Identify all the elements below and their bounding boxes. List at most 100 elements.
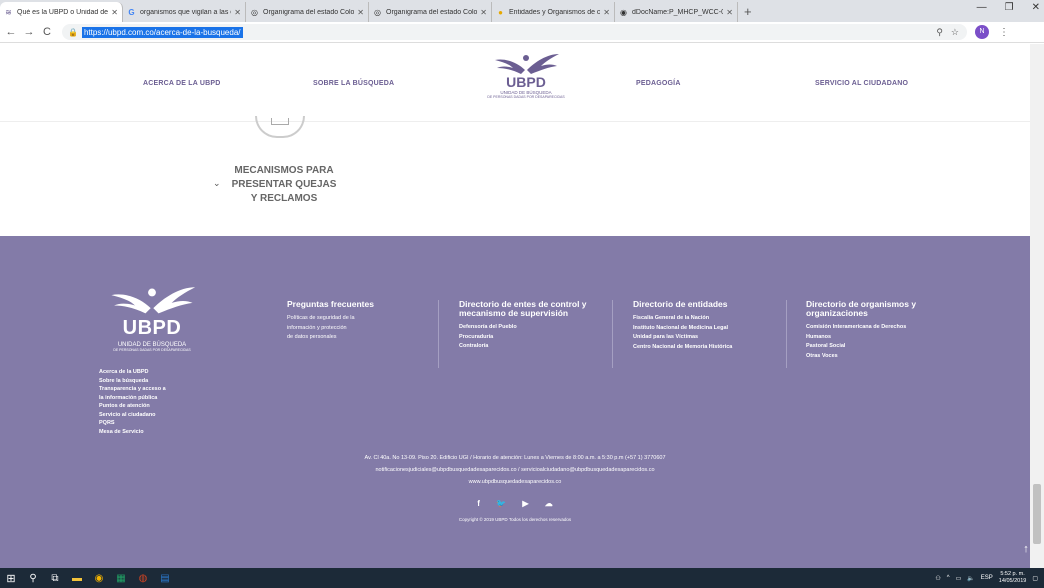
- clock[interactable]: 5:52 p. m. 14/05/2019: [999, 571, 1027, 585]
- footer-link[interactable]: PQRS: [99, 419, 166, 428]
- network-icon[interactable]: ▭: [956, 575, 962, 582]
- logo-subtitle-small: DE PERSONAS DADAS POR DESAPARECIDAS: [487, 95, 565, 99]
- footer-link[interactable]: Mesa de Servicio: [99, 428, 166, 437]
- star-icon[interactable]: ☆: [951, 27, 959, 38]
- forward-icon[interactable]: →: [22, 26, 36, 38]
- footer-column-title[interactable]: Preguntas frecuentes: [287, 300, 417, 309]
- footer-column-item[interactable]: Defensoría del Pueblo: [459, 323, 604, 333]
- notifications-icon[interactable]: ▢: [1032, 575, 1038, 582]
- close-icon[interactable]: ✕: [480, 8, 487, 17]
- facebook-icon[interactable]: f: [477, 499, 480, 508]
- windows-start-icon[interactable]: ⊞: [0, 572, 22, 585]
- doc-favicon-icon: ◉: [620, 7, 627, 17]
- scrollbar-thumb[interactable]: [1033, 484, 1041, 544]
- people-icon[interactable]: ⚇: [935, 575, 940, 582]
- footer-column-item[interactable]: de datos personales: [287, 333, 417, 343]
- ubpd-favicon-icon: ≋: [5, 7, 12, 17]
- close-window-icon[interactable]: ✕: [1032, 2, 1040, 13]
- browser-tab[interactable]: G organismos que vigilan a las enti ✕: [123, 2, 246, 22]
- footer-link[interactable]: la información pública: [99, 394, 166, 403]
- tab-title: organismos que vigilan a las enti: [140, 8, 231, 16]
- close-icon[interactable]: ✕: [111, 8, 118, 17]
- powerpoint-icon[interactable]: ◍: [132, 573, 154, 584]
- menu-icon[interactable]: ⋮: [999, 27, 1009, 38]
- volume-icon[interactable]: 🔈: [967, 575, 974, 582]
- back-icon[interactable]: ←: [4, 26, 18, 38]
- browser-tab[interactable]: ◎ Organigrama del estado Colomb ✕: [246, 2, 369, 22]
- excel-icon[interactable]: ▦: [110, 573, 132, 584]
- task-view-icon[interactable]: ⧉: [44, 573, 66, 584]
- close-icon[interactable]: ✕: [234, 8, 241, 17]
- browser-tab[interactable]: ● Entidades y Organismos de contr ✕: [492, 2, 615, 22]
- footer-column-item[interactable]: Fiscalía General de la Nación: [633, 314, 783, 324]
- footer-link[interactable]: Acerca de la UBPD: [99, 368, 166, 377]
- footer-column-item[interactable]: información y protección: [287, 324, 417, 334]
- language-indicator[interactable]: ESP: [981, 575, 993, 581]
- footer-column-title[interactable]: Directorio de entidades: [633, 300, 783, 309]
- footer-link[interactable]: Servicio al ciudadano: [99, 411, 166, 420]
- footer-column-organismos: Directorio de organismos y organizacione…: [806, 300, 956, 361]
- footer-link[interactable]: Puntos de atención: [99, 402, 166, 411]
- wings-icon: [495, 54, 559, 74]
- address-bar: ← → C 🔒 https://ubpd.com.co/acerca-de-la…: [0, 22, 1044, 43]
- footer-column-title[interactable]: Directorio de organismos y organizacione…: [806, 300, 956, 318]
- close-icon[interactable]: ✕: [726, 8, 733, 17]
- footer-website[interactable]: www.ubpdbusquedadesaparecidos.co: [0, 476, 1030, 488]
- url-text[interactable]: https://ubpd.com.co/acerca-de-la-busqued…: [81, 26, 243, 38]
- footer-column-item[interactable]: Humanos: [806, 333, 956, 343]
- footer-column-title[interactable]: Directorio de entes de control y mecanis…: [459, 300, 604, 318]
- chrome-icon[interactable]: ◉: [88, 573, 110, 584]
- mechanisms-heading[interactable]: MECANISMOS PARA PRESENTAR QUEJAS Y RECLA…: [230, 164, 338, 206]
- chevron-up-icon[interactable]: ^: [947, 575, 950, 581]
- close-icon[interactable]: ✕: [603, 8, 610, 17]
- yellow-favicon-icon: ●: [498, 7, 503, 17]
- nav-item-pedagogia[interactable]: PEDAGOGÍA: [636, 80, 681, 87]
- footer-logo-subtitle-small: DE PERSONAS DADAS POR DESAPARECIDAS: [113, 348, 191, 352]
- footer-link[interactable]: Sobre la búsqueda: [99, 377, 166, 386]
- footer-column-item[interactable]: Unidad para las Víctimas: [633, 333, 783, 343]
- scrollbar[interactable]: [1030, 44, 1044, 568]
- tab-title: dDocName:P_MHCP_WCC-09500: [632, 8, 723, 16]
- footer-column-item[interactable]: Instituto Nacional de Medicina Legal: [633, 324, 783, 334]
- globe-icon: ◎: [251, 7, 258, 17]
- maximize-icon[interactable]: ❐: [1005, 2, 1014, 13]
- footer-link[interactable]: Transparencia y acceso a: [99, 385, 166, 394]
- twitter-icon[interactable]: 🐦: [496, 499, 506, 508]
- taskbar: ⊞ ⚲ ⧉ ▬ ◉ ▦ ◍ ▤ ⚇ ^ ▭ 🔈 ESP 5:52 p. m. 1…: [0, 568, 1044, 588]
- footer-column-item[interactable]: Procuraduría: [459, 333, 604, 343]
- url-field[interactable]: 🔒 https://ubpd.com.co/acerca-de-la-busqu…: [62, 24, 967, 40]
- footer-column-item[interactable]: Políticas de seguridad de la: [287, 314, 417, 324]
- browser-tab[interactable]: ≋ Qué es la UBPD o Unidad de bús ✕: [0, 2, 123, 22]
- nav-item-acerca[interactable]: ACERCA DE LA UBPD: [143, 80, 221, 87]
- nav-item-busqueda[interactable]: SOBRE LA BÚSQUEDA: [313, 80, 394, 87]
- youtube-icon[interactable]: ▶: [522, 499, 528, 508]
- avatar[interactable]: N: [975, 25, 989, 39]
- footer-divider: [786, 300, 787, 368]
- footer-column-item[interactable]: Otras Voces: [806, 352, 956, 362]
- footer-column-faq: Preguntas frecuentes Políticas de seguri…: [287, 300, 417, 343]
- zoom-icon[interactable]: ⚲: [936, 27, 943, 38]
- new-tab-button[interactable]: +: [738, 2, 758, 22]
- minimize-icon[interactable]: —: [977, 2, 987, 13]
- cloud-icon[interactable]: ☁: [545, 499, 553, 508]
- tab-title: Qué es la UBPD o Unidad de bús: [17, 8, 109, 16]
- footer-column-item[interactable]: Centro Nacional de Memoria Histórica: [633, 343, 783, 353]
- footer-column-control: Directorio de entes de control y mecanis…: [459, 300, 604, 352]
- site-logo[interactable]: UBPD UNIDAD DE BÚSQUEDA DE PERSONAS DADA…: [481, 50, 571, 100]
- word-icon[interactable]: ▤: [154, 573, 176, 584]
- footer-column-item[interactable]: Pastoral Social: [806, 342, 956, 352]
- footer-column-item[interactable]: Comisión Interamericana de Derechos: [806, 323, 956, 333]
- footer-links: Acerca de la UBPD Sobre la búsqueda Tran…: [99, 368, 166, 436]
- close-icon[interactable]: ✕: [357, 8, 364, 17]
- browser-tab[interactable]: ◎ Organigrama del estado Colomb ✕: [369, 2, 492, 22]
- footer-logo[interactable]: UBPD UNIDAD DE BÚSQUEDA DE PERSONAS DADA…: [98, 282, 206, 352]
- nav-item-servicio[interactable]: SERVICIO AL CIUDADANO: [815, 80, 908, 87]
- file-explorer-icon[interactable]: ▬: [66, 573, 88, 584]
- search-icon[interactable]: ⚲: [22, 573, 44, 584]
- browser-tab[interactable]: ◉ dDocName:P_MHCP_WCC-09500 ✕: [615, 2, 738, 22]
- clock-date: 14/05/2019: [998, 578, 1027, 584]
- footer-emails[interactable]: notificacionesjudiciales@ubpdbusquedades…: [0, 464, 1030, 476]
- footer-column-item[interactable]: Contraloría: [459, 342, 604, 352]
- reload-icon[interactable]: C: [40, 26, 54, 38]
- chevron-down-icon[interactable]: ⌄: [213, 178, 221, 189]
